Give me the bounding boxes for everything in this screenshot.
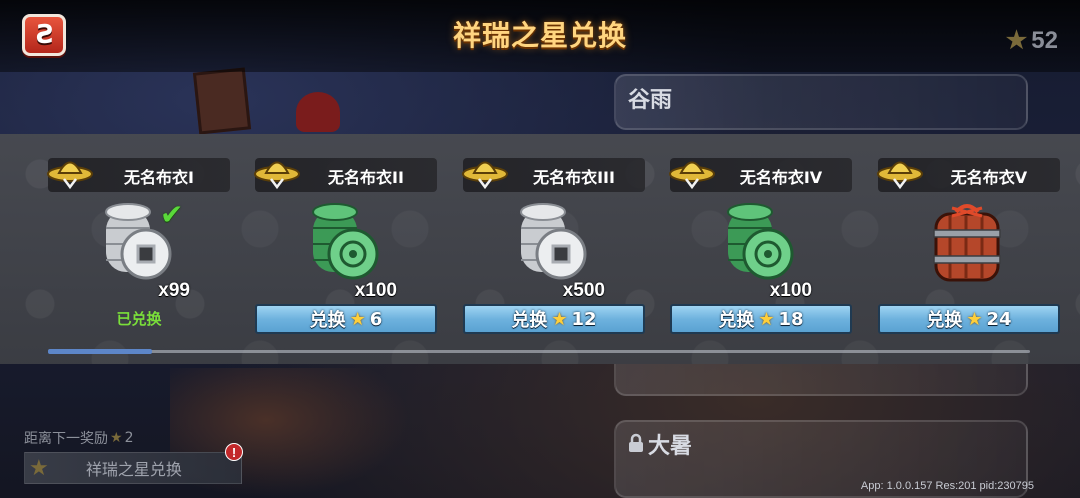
item-header: 无名布衣I — [47, 158, 230, 192]
item-quantity: x100 — [769, 280, 812, 301]
scroll-track[interactable] — [48, 350, 1030, 353]
exchange-cost: 12 — [571, 308, 597, 330]
item-name: 无名布衣V — [950, 168, 1028, 187]
exchange-button[interactable]: 兑换 ★ 6 — [255, 304, 437, 334]
reward-item: 无名布衣III x500 兑换 ★ 12 — [462, 158, 645, 338]
straw-hat-icon — [669, 161, 715, 190]
season-name: 谷雨 — [628, 88, 673, 113]
item-header: 无名布衣IV — [669, 158, 852, 192]
item-name: 无名布衣I — [124, 168, 194, 187]
star-icon: ★ — [1005, 27, 1028, 54]
item-header: 无名布衣V — [877, 158, 1060, 192]
next-reward-label: 距离下一奖励 — [24, 431, 108, 447]
item-name: 无名布衣IV — [739, 168, 823, 187]
reward-item: 无名布衣IV x100 兑换 ★ 18 — [669, 158, 852, 338]
star-icon: ★ — [758, 308, 775, 330]
lantern-decoration — [192, 67, 252, 135]
reward-item: 无名布衣V 兑换 ★ 24 — [877, 158, 1060, 338]
star-exchange-button-label: 祥瑞之星兑换 — [85, 460, 182, 479]
item-name: 无名布衣III — [533, 168, 615, 187]
exchange-button-label: 兑换 — [309, 310, 346, 331]
exchange-panel[interactable]: 无名布衣I ✔ x99 已兑换 无名布衣II x100 兑换 ★ 6 无名布衣I… — [0, 134, 1080, 364]
redeemed-label: 已兑换 — [116, 310, 162, 328]
item-quantity: x99 — [158, 280, 190, 301]
reward-item: 无名布衣II x100 兑换 ★ 6 — [254, 158, 437, 338]
exchange-button-label: 兑换 — [926, 310, 963, 331]
exchange-cost: 24 — [986, 308, 1012, 330]
next-reward-info: 距离下一奖励 ★ 2 — [24, 428, 133, 448]
lock-icon — [628, 433, 644, 459]
star-total-value: 52 — [1031, 26, 1058, 54]
star-icon: ★ — [966, 308, 983, 330]
scroll-thumb[interactable] — [48, 349, 152, 354]
next-reward-stars: 2 — [124, 430, 134, 446]
alert-badge: ! — [225, 443, 243, 461]
straw-hat-icon — [254, 161, 300, 190]
item-quantity: x500 — [562, 280, 605, 301]
creature-decoration — [296, 92, 340, 132]
season-card-mid — [614, 364, 1028, 396]
jade-coin-stack-icon — [312, 203, 379, 280]
exchange-button-label: 兑换 — [511, 310, 548, 331]
jade-coin-stack-icon — [727, 203, 794, 280]
star-icon: ★ — [29, 455, 49, 481]
exchange-button[interactable]: 兑换 ★ 24 — [878, 304, 1060, 334]
straw-hat-icon — [462, 161, 508, 190]
exchange-button[interactable]: 兑换 ★ 18 — [670, 304, 852, 334]
season-card-top[interactable]: 谷雨 — [614, 74, 1028, 130]
reward-item: 无名布衣I ✔ x99 已兑换 — [47, 158, 230, 338]
star-icon: ★ — [110, 430, 123, 446]
star-exchange-button[interactable]: ★ 祥瑞之星兑换 — [24, 452, 242, 484]
star-total: ★ 52 — [1006, 26, 1058, 55]
check-icon: ✔ — [160, 198, 184, 231]
firecracker-bundle-icon — [933, 204, 1001, 282]
straw-hat-icon — [47, 161, 93, 190]
star-icon: ★ — [349, 308, 366, 330]
exchange-button-label: 兑换 — [718, 310, 755, 331]
silver-coin-stack-icon — [520, 203, 587, 280]
build-info: App: 1.0.0.157 Res:201 pid:230795 — [860, 480, 1034, 492]
star-icon: ★ — [551, 308, 568, 330]
exchange-button[interactable]: 兑换 ★ 12 — [463, 304, 645, 334]
item-quantity: x100 — [354, 280, 397, 301]
item-name: 无名布衣II — [328, 168, 404, 187]
straw-hat-icon — [877, 161, 923, 190]
season-name: 大暑 — [648, 434, 693, 459]
season-name-locked: 大暑 — [628, 428, 692, 460]
exchange-cost: 18 — [778, 308, 804, 330]
item-header: 无名布衣III — [462, 158, 645, 192]
page-title: 祥瑞之星兑换 — [452, 19, 627, 52]
item-header: 无名布衣II — [254, 158, 437, 192]
exchange-cost: 6 — [369, 308, 383, 330]
